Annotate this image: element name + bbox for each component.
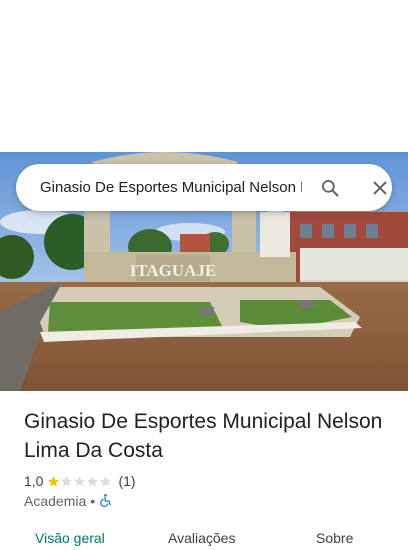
rating-value: 1,0 bbox=[24, 473, 44, 489]
rating-row[interactable]: 1,0 (1) bbox=[24, 472, 136, 490]
star-empty-icon bbox=[74, 475, 86, 486]
close-icon[interactable] bbox=[368, 176, 392, 200]
monument-sign: ITAGUAJE bbox=[130, 261, 217, 280]
review-count[interactable]: (1) bbox=[118, 473, 135, 489]
star-empty-icon bbox=[87, 475, 99, 486]
search-input[interactable]: Ginasio De Esportes Municipal Nelson Lim… bbox=[40, 179, 302, 196]
star-empty-icon bbox=[100, 475, 112, 486]
separator: • bbox=[90, 493, 96, 509]
star-empty-icon bbox=[61, 475, 73, 486]
search-icon[interactable] bbox=[318, 176, 342, 200]
search-bar[interactable]: Ginasio De Esportes Municipal Nelson Lim… bbox=[16, 164, 392, 211]
place-title: Ginasio De Esportes Municipal Nelson Lim… bbox=[24, 410, 383, 462]
category-row: Academia • bbox=[24, 492, 113, 510]
wheelchair-icon bbox=[99, 493, 113, 510]
place-category[interactable]: Academia bbox=[24, 493, 86, 509]
place-tabs: Visão geral Avaliações Sobre bbox=[0, 530, 408, 550]
rating-stars bbox=[47, 475, 112, 488]
star-filled-icon bbox=[48, 475, 60, 486]
